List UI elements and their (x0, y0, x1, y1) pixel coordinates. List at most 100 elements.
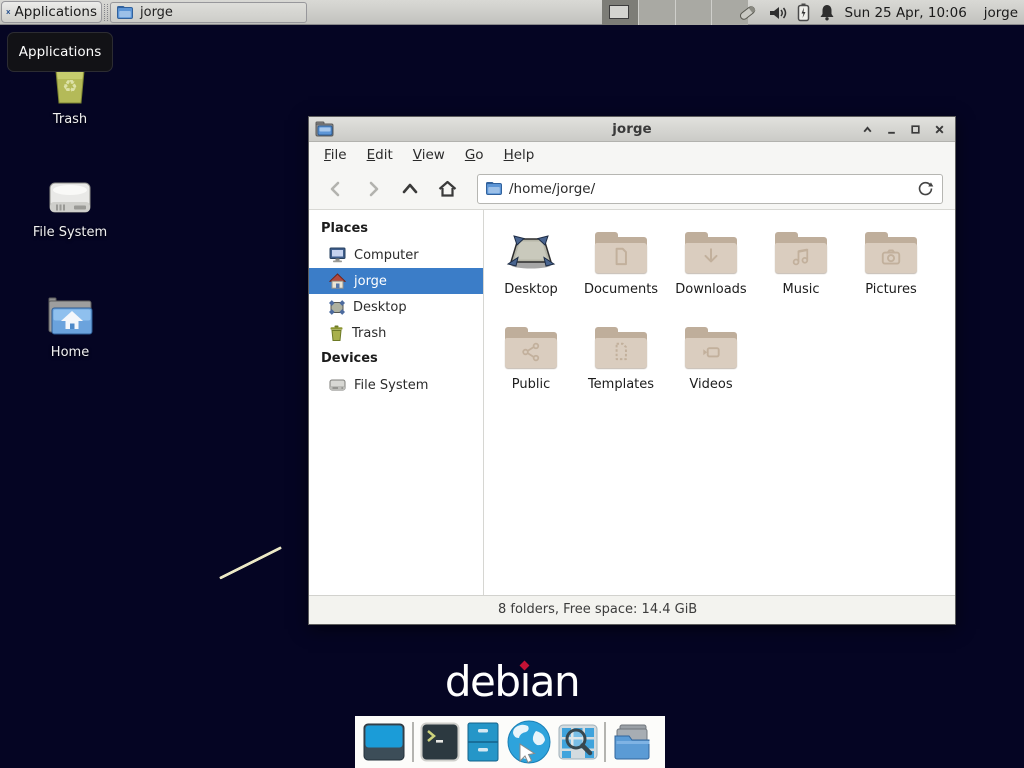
panel-clock[interactable]: Sun 25 Apr, 10:06 (845, 5, 967, 21)
desktop-folder-icon (487, 228, 575, 278)
workspace-2[interactable] (639, 0, 676, 25)
file-label: Pictures (847, 282, 935, 297)
file-cabinet-icon (466, 721, 500, 763)
templates-folder-icon (595, 327, 647, 369)
terminal-icon (420, 722, 460, 762)
top-panel: Applications jorge (0, 0, 1024, 25)
file-templates[interactable]: Templates (577, 323, 665, 392)
file-label: Music (757, 282, 845, 297)
sidebar-label-filesystem: File System (354, 378, 428, 393)
show-desktop-icon (362, 720, 406, 764)
file-view: Desktop Documents Downloads (484, 210, 955, 595)
public-folder-icon (505, 327, 557, 369)
menu-file[interactable]: File (314, 142, 357, 168)
dock-separator (412, 722, 414, 762)
file-music[interactable]: Music (757, 228, 845, 297)
minimize-button[interactable] (884, 122, 899, 137)
file-label: Desktop (487, 282, 575, 297)
desktop-icon-home[interactable]: Home (32, 288, 108, 360)
videos-folder-icon (685, 327, 737, 369)
forward-button[interactable] (358, 174, 388, 204)
volume-icon[interactable] (769, 5, 788, 21)
location-bar[interactable]: /home/jorge/ (477, 174, 943, 204)
panel-tray: Sun 25 Apr, 10:06 jorge (727, 0, 1019, 25)
sidebar-label-trash: Trash (352, 326, 386, 341)
file-label: Downloads (667, 282, 755, 297)
menu-edit[interactable]: Edit (357, 142, 403, 168)
sidebar-item-desktop[interactable]: Desktop (309, 294, 483, 320)
sidebar-label-desktop: Desktop (353, 300, 407, 315)
location-path[interactable]: /home/jorge/ (509, 181, 917, 197)
globe-browser-icon (506, 719, 552, 765)
web-browser-launcher[interactable] (506, 719, 552, 765)
desktop-icon (329, 300, 345, 315)
side-pane: Places Computer jorge (309, 210, 484, 595)
drive-icon (329, 378, 346, 392)
path-folder-icon (486, 182, 502, 195)
xfce-logo-icon (6, 4, 11, 20)
file-label: Templates (577, 377, 665, 392)
reload-button[interactable] (917, 180, 934, 197)
sidebar-item-computer[interactable]: Computer (309, 242, 483, 268)
battery-icon[interactable] (797, 3, 810, 22)
statusbar: 8 folders, Free space: 14.4 GiB (309, 595, 955, 624)
menu-help[interactable]: Help (494, 142, 545, 168)
desktop-icon-home-label: Home (32, 345, 108, 360)
desktop-paint-stroke (219, 546, 282, 580)
applications-menu-label: Applications (15, 4, 97, 20)
sidebar-item-jorge[interactable]: jorge (309, 268, 483, 294)
file-label: Public (487, 377, 575, 392)
file-public[interactable]: Public (487, 323, 575, 392)
window-titlebar[interactable]: jorge (309, 117, 955, 142)
desktop-icon-filesystem[interactable]: File System (32, 168, 108, 240)
panel-username[interactable]: jorge (984, 5, 1018, 21)
file-manager-launcher[interactable] (612, 723, 652, 761)
devices-header: Devices (309, 346, 483, 372)
toolbar: /home/jorge/ (309, 168, 955, 210)
file-desktop[interactable]: Desktop (487, 228, 575, 297)
menu-view[interactable]: View (403, 142, 455, 168)
file-label: Videos (667, 377, 755, 392)
file-cabinet-launcher[interactable] (466, 721, 500, 763)
clipman-pen-icon[interactable] (736, 2, 760, 23)
computer-icon (329, 247, 346, 263)
terminal-launcher[interactable] (420, 722, 460, 762)
close-button[interactable] (932, 122, 947, 137)
documents-folder-icon (595, 232, 647, 274)
notification-bell-icon[interactable] (819, 4, 835, 21)
downloads-folder-icon (685, 232, 737, 274)
sidebar-item-filesystem[interactable]: File System (309, 372, 483, 398)
file-pictures[interactable]: Pictures (847, 228, 935, 297)
workspace-1[interactable] (602, 0, 639, 25)
back-button[interactable] (321, 174, 351, 204)
open-folder-icon (612, 723, 652, 761)
show-desktop-launcher[interactable] (362, 720, 406, 764)
app-finder-launcher[interactable] (558, 722, 598, 762)
recycle-symbol: ♻ (62, 79, 77, 96)
menu-go[interactable]: Go (455, 142, 494, 168)
places-header: Places (309, 216, 483, 242)
home-button[interactable] (432, 174, 462, 204)
sidebar-item-trash[interactable]: Trash (309, 320, 483, 346)
up-button[interactable] (395, 174, 425, 204)
debian-logo: debıan (0, 659, 1024, 705)
workspace-3[interactable] (676, 0, 713, 25)
taskbar-window-button[interactable]: jorge (110, 2, 307, 23)
file-downloads[interactable]: Downloads (667, 228, 755, 297)
dock-separator (604, 722, 606, 762)
panel-handle[interactable] (104, 4, 108, 21)
maximize-button[interactable] (908, 122, 923, 137)
file-documents[interactable]: Documents (577, 228, 665, 297)
menubar: File Edit View Go Help (309, 142, 955, 168)
app-finder-icon (558, 722, 598, 762)
desktop-icon-filesystem-label: File System (32, 225, 108, 240)
trash-small-icon (329, 325, 344, 341)
file-videos[interactable]: Videos (667, 323, 755, 392)
home-folder-icon (32, 288, 108, 338)
shade-button[interactable] (860, 122, 875, 137)
sidebar-label-computer: Computer (354, 248, 419, 263)
applications-tooltip: Applications (7, 32, 113, 72)
dock (355, 716, 665, 768)
harddrive-icon (32, 168, 108, 218)
applications-menu-button[interactable]: Applications (1, 1, 102, 23)
